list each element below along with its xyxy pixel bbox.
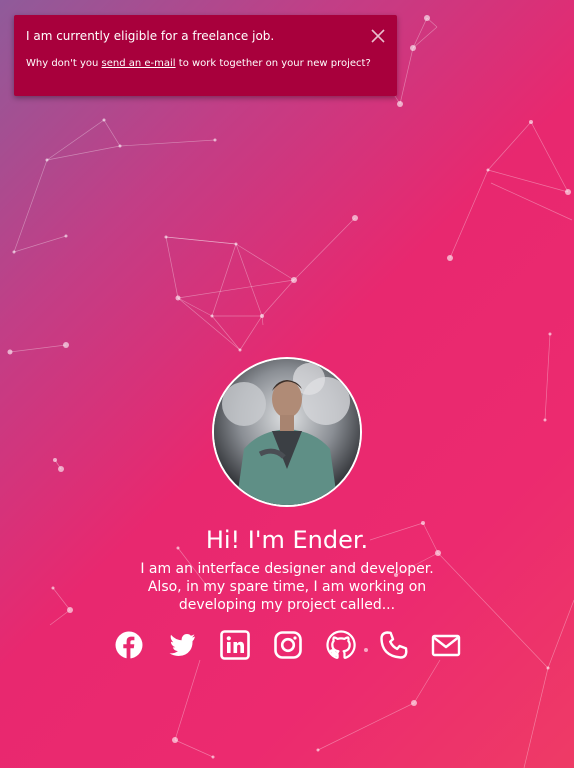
greeting-heading: Hi! I'm Ender. — [205, 526, 369, 554]
twitter-icon[interactable] — [167, 630, 197, 660]
notification-message-suffix: to work together on your new project? — [175, 58, 371, 69]
phone-icon[interactable] — [379, 630, 409, 660]
avatar — [212, 357, 362, 507]
close-icon[interactable] — [371, 28, 385, 43]
notification-title: I am currently eligible for a freelance … — [26, 29, 275, 43]
bio-text: I am an interface designer and developer… — [137, 560, 437, 614]
instagram-icon[interactable] — [273, 630, 303, 660]
facebook-icon[interactable] — [114, 630, 144, 660]
notification-message-prefix: Why don't you — [26, 58, 102, 69]
social-links — [114, 630, 461, 662]
notification-message: Why don't you send an e-mail to work tog… — [26, 57, 385, 71]
send-email-link[interactable]: send an e-mail — [102, 58, 176, 69]
bio-line: I am an interface designer and developer… — [140, 561, 434, 577]
mail-icon[interactable] — [431, 630, 461, 660]
github-icon[interactable] — [326, 630, 356, 660]
freelance-notification: I am currently eligible for a freelance … — [14, 15, 397, 96]
bio-line: Also, in my spare time, I am working on — [147, 579, 427, 595]
linkedin-icon[interactable] — [220, 630, 250, 660]
bio-line: developing my project called... — [178, 597, 396, 613]
